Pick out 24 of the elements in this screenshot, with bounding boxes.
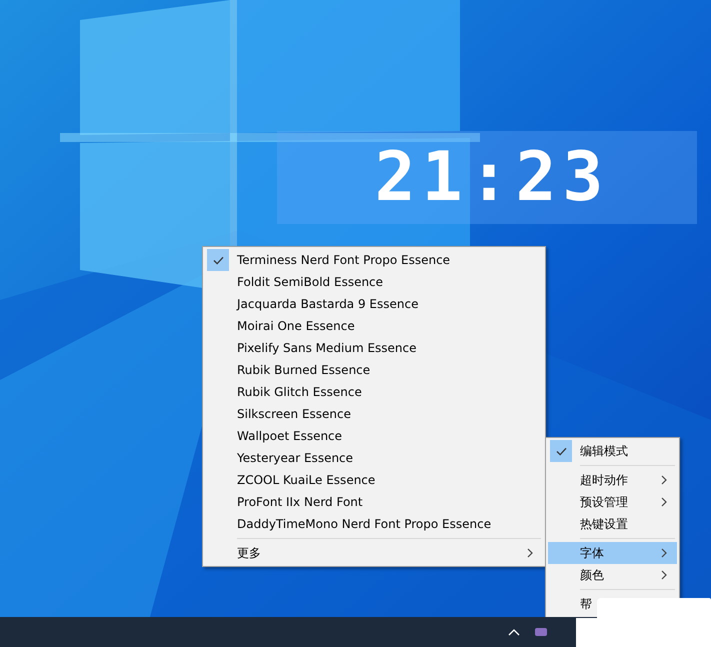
- menu-item[interactable]: Rubik Burned Essence: [205, 359, 543, 381]
- menu-item[interactable]: 超时动作: [548, 469, 677, 491]
- menu-item[interactable]: Moirai One Essence: [205, 315, 543, 337]
- menu-item[interactable]: ProFont IIx Nerd Font: [205, 491, 543, 513]
- menu-item[interactable]: Pixelify Sans Medium Essence: [205, 337, 543, 359]
- menu-item[interactable]: Wallpoet Essence: [205, 425, 543, 447]
- menu-item[interactable]: ZCOOL KuaiLe Essence: [205, 469, 543, 491]
- menu-item[interactable]: 颜色: [548, 564, 677, 586]
- menu-item[interactable]: DaddyTimeMono Nerd Font Propo Essence: [205, 513, 543, 535]
- chevron-up-icon[interactable]: [508, 628, 520, 636]
- menu-item[interactable]: 编辑模式: [548, 440, 677, 462]
- menu-item[interactable]: Jacquarda Bastarda 9 Essence: [205, 293, 543, 315]
- menu-item[interactable]: Rubik Glitch Essence: [205, 381, 543, 403]
- menu-item[interactable]: Foldit SemiBold Essence: [205, 271, 543, 293]
- menu-item[interactable]: 帮: [548, 593, 592, 615]
- tray-app-icon[interactable]: [534, 626, 548, 638]
- menu-item[interactable]: Terminess Nerd Font Propo Essence: [205, 249, 543, 271]
- clock-time: 21:23: [374, 144, 610, 212]
- menu-item[interactable]: 字体: [548, 542, 677, 564]
- menu-item[interactable]: 热键设置: [548, 513, 677, 535]
- menu-item[interactable]: 更多: [205, 542, 543, 564]
- menu-item[interactable]: Silkscreen Essence: [205, 403, 543, 425]
- menu-item[interactable]: Yesteryear Essence: [205, 447, 543, 469]
- menu-item[interactable]: 预设管理: [548, 491, 677, 513]
